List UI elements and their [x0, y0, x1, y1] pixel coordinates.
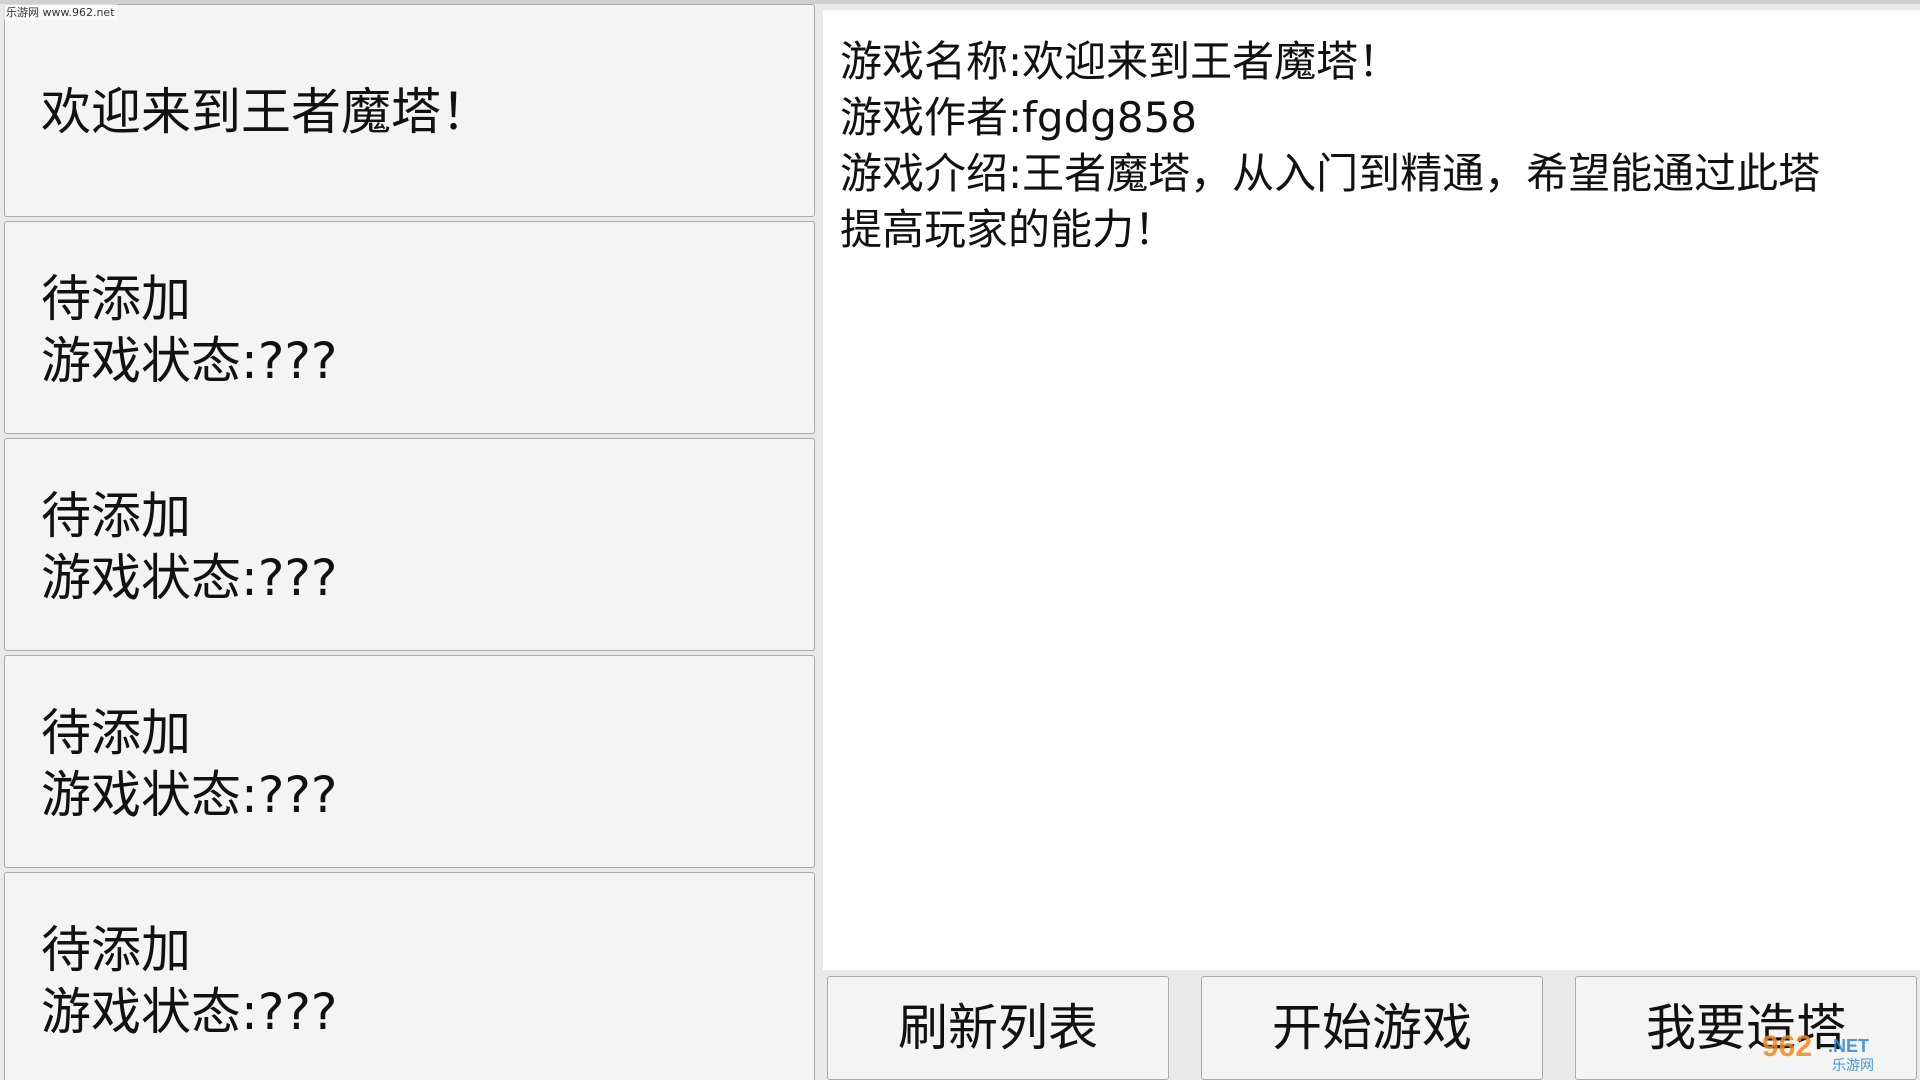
game-item-title: 待添加: [41, 921, 191, 979]
site-logo-watermark: 962 .NET 乐游网: [1762, 1030, 1874, 1074]
game-detail-text: 游戏名称:欢迎来到王者魔塔！ 游戏作者:fgdg858 游戏介绍:王者魔塔，从入…: [840, 34, 1900, 258]
game-list-item-4[interactable]: 待添加 游戏状态:???: [4, 655, 815, 868]
game-list-item-1[interactable]: 欢迎来到王者魔塔！: [4, 4, 815, 217]
game-list-item-5[interactable]: 待添加 游戏状态:???: [4, 872, 815, 1080]
game-list: 欢迎来到王者魔塔！ 待添加 游戏状态:??? 待添加 游戏状态:??? 待添加 …: [4, 4, 817, 1080]
game-item-text: 待添加 游戏状态:???: [41, 919, 337, 1043]
game-item-title: 待添加: [41, 270, 191, 328]
logo-number: 962: [1762, 1030, 1812, 1063]
logo-suffix: .NET: [1828, 1036, 1869, 1056]
game-author: 游戏作者:fgdg858: [840, 93, 1198, 142]
start-game-button[interactable]: 开始游戏: [1201, 976, 1543, 1080]
action-button-row: 刷新列表 开始游戏 我要造塔: [823, 976, 1920, 1080]
game-item-title: 待添加: [41, 704, 191, 762]
refresh-list-button[interactable]: 刷新列表: [827, 976, 1169, 1080]
game-item-status: 游戏状态:???: [41, 983, 338, 1041]
site-watermark: 乐游网 www.962.net: [4, 4, 117, 20]
logo-sub: 乐游网: [1832, 1058, 1874, 1074]
game-list-item-2[interactable]: 待添加 游戏状态:???: [4, 221, 815, 434]
game-item-title: 欢迎来到王者魔塔！: [41, 83, 491, 141]
game-intro-line-2: 提高玩家的能力！: [840, 205, 1177, 254]
game-item-status: 游戏状态:???: [41, 549, 338, 607]
game-intro-line-1: 游戏介绍:王者魔塔，从入门到精通，希望能通过此塔: [840, 149, 1821, 198]
game-list-item-3[interactable]: 待添加 游戏状态:???: [4, 438, 815, 651]
game-item-text: 待添加 游戏状态:???: [41, 485, 337, 609]
game-item-title: 待添加: [41, 487, 191, 545]
app-root: 乐游网 www.962.net 欢迎来到王者魔塔！ 待添加 游戏状态:??? 待…: [0, 0, 1920, 1080]
game-item-text: 欢迎来到王者魔塔！: [41, 81, 491, 143]
game-item-text: 待添加 游戏状态:???: [41, 268, 337, 392]
game-item-text: 待添加 游戏状态:???: [41, 702, 337, 826]
game-detail-panel: 游戏名称:欢迎来到王者魔塔！ 游戏作者:fgdg858 游戏介绍:王者魔塔，从入…: [823, 10, 1920, 970]
game-item-status: 游戏状态:???: [41, 332, 338, 390]
game-name: 游戏名称:欢迎来到王者魔塔！: [840, 37, 1401, 86]
game-item-status: 游戏状态:???: [41, 766, 338, 824]
